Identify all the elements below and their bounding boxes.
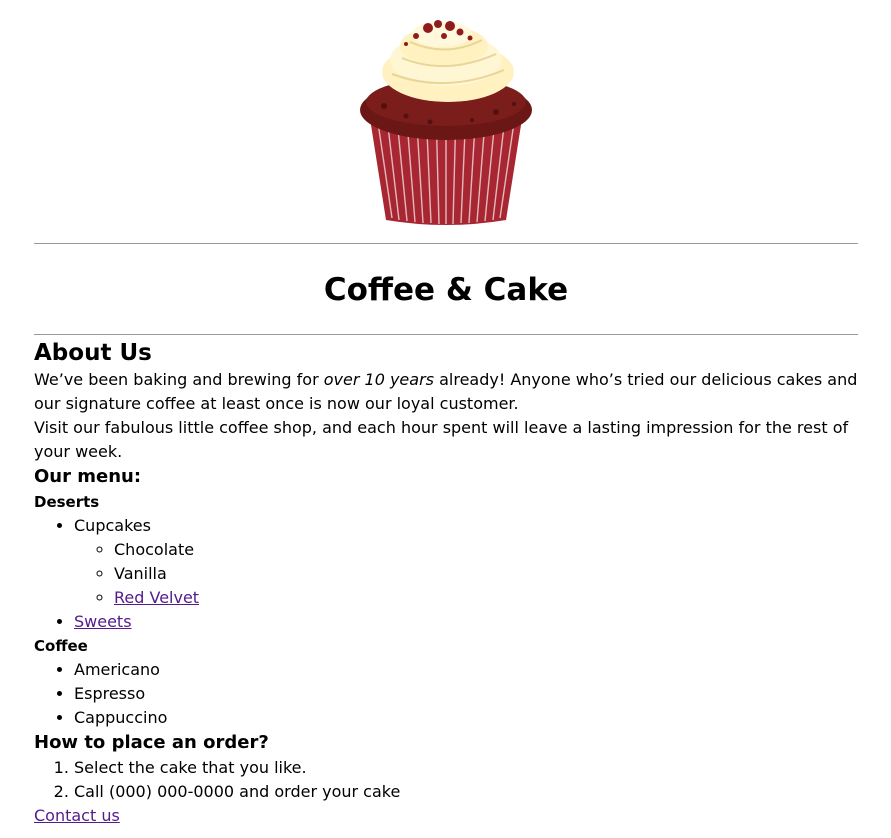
list-item-red-velvet: Red Velvet — [114, 586, 858, 610]
list-item-cappuccino: Cappuccino — [74, 706, 858, 730]
deserts-list: Cupcakes Chocolate Vanilla Red Velvet Sw… — [34, 514, 858, 634]
page: Coffee & Cake About Us We’ve been baking… — [34, 0, 858, 828]
about-years-emphasis: over 10 years — [323, 370, 434, 389]
list-item-chocolate: Chocolate — [114, 538, 858, 562]
about-text-start: We’ve been baking and brewing for — [34, 370, 324, 389]
list-item-americano: Americano — [74, 658, 858, 682]
contact-us-link[interactable]: Contact us — [34, 806, 120, 825]
hero — [34, 0, 858, 243]
order-step-2: Call (000) 000-0000 and order your cake — [74, 780, 858, 804]
about-paragraph-1: We’ve been baking and brewing for over 1… — [34, 368, 858, 416]
menu-heading: Our menu: — [34, 466, 142, 487]
about-paragraph-2: Visit our fabulous little coffee shop, a… — [34, 418, 849, 461]
list-item-vanilla: Vanilla — [114, 562, 858, 586]
page-title: Coffee & Cake — [323, 272, 569, 308]
coffee-list: Americano Espresso Cappuccino — [34, 658, 858, 730]
list-item-espresso: Espresso — [74, 682, 858, 706]
sweets-link[interactable]: Sweets — [74, 612, 132, 631]
coffee-heading: Coffee — [34, 637, 88, 655]
divider-bottom — [34, 334, 858, 335]
order-heading: How to place an order? — [34, 732, 269, 753]
cupcake-image — [360, 20, 532, 225]
about-heading: About Us — [34, 340, 152, 366]
deserts-heading: Deserts — [34, 493, 100, 511]
contact-row: Contact us — [34, 804, 858, 828]
order-step-1: Select the cake that you like. — [74, 756, 858, 780]
red-velvet-link[interactable]: Red Velvet — [114, 588, 199, 607]
list-item-cupcakes: Cupcakes Chocolate Vanilla Red Velvet — [74, 514, 858, 610]
order-steps-list: Select the cake that you like. Call (000… — [34, 756, 858, 804]
cupcakes-label: Cupcakes — [74, 516, 151, 535]
list-item-sweets: Sweets — [74, 610, 858, 634]
cupcake-flavors-list: Chocolate Vanilla Red Velvet — [74, 538, 858, 610]
